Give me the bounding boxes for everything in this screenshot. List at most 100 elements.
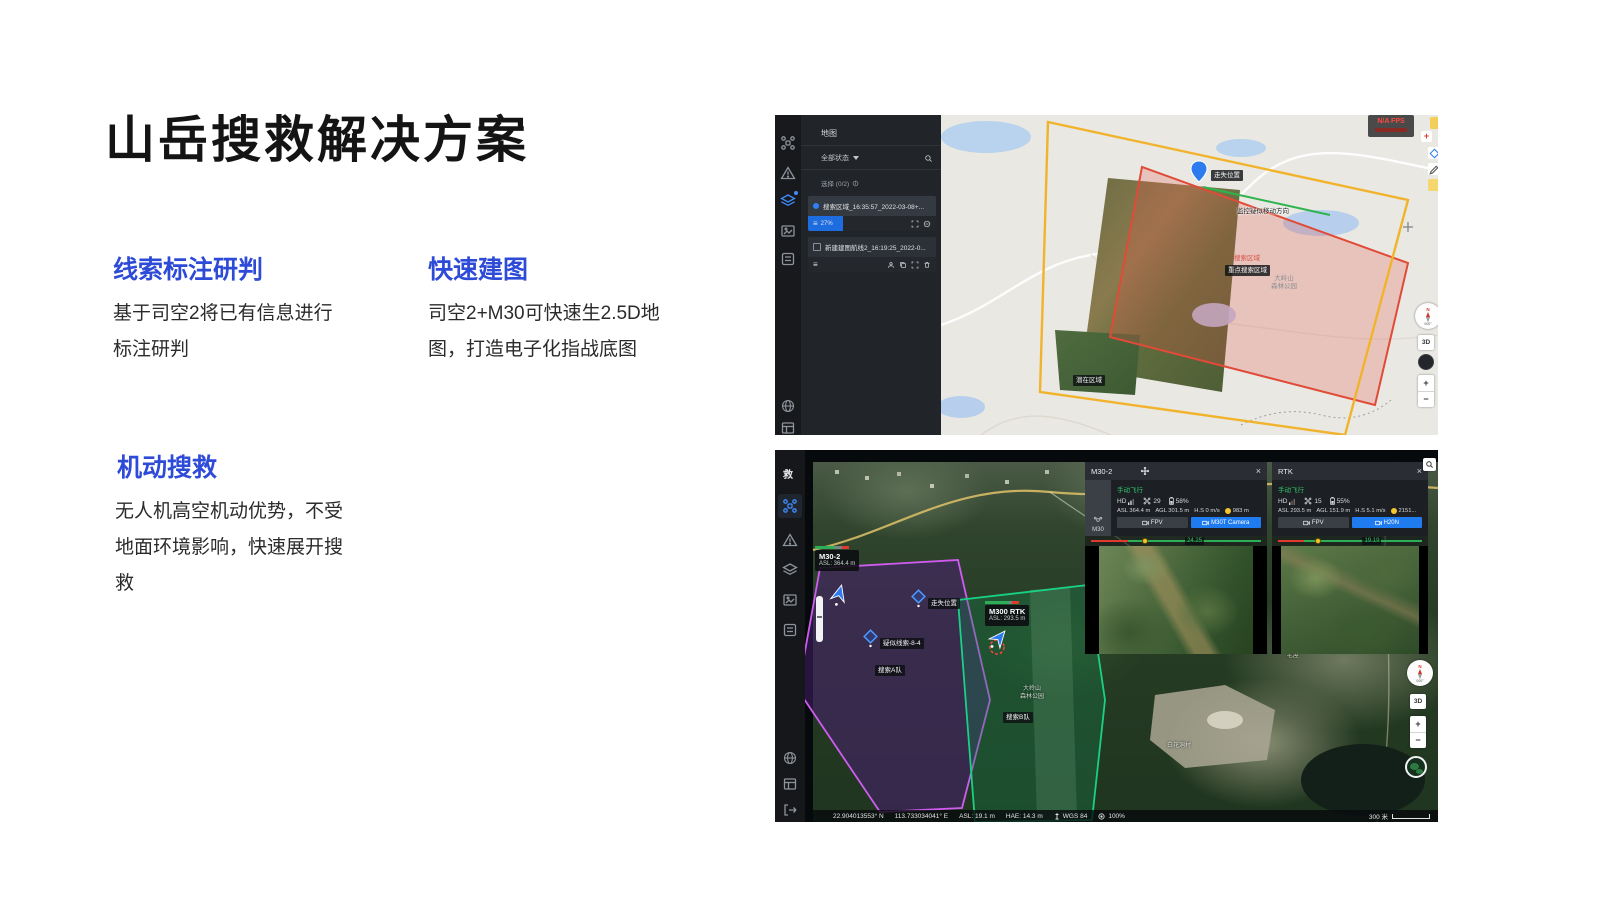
flight-mode: 手动飞行 xyxy=(1117,484,1261,494)
3d-mode-button[interactable]: 3D xyxy=(1410,694,1426,709)
drone-panel-m30: M30-2 × M30 手动飞行 HD 29 58% ASL xyxy=(1085,462,1267,654)
remove-icon[interactable] xyxy=(923,220,931,228)
zoom-in-button[interactable]: + xyxy=(1415,717,1420,732)
distance-value: 983 m xyxy=(1233,508,1249,514)
globe-icon[interactable] xyxy=(782,750,798,766)
camera-button[interactable]: M30T Camera xyxy=(1191,517,1262,528)
delete-icon[interactable] xyxy=(923,261,931,269)
camera-icon xyxy=(1303,520,1310,526)
scale-label: 300 米 xyxy=(1369,811,1388,821)
compass-control[interactable]: N 000° xyxy=(1415,303,1438,329)
video-image xyxy=(1099,546,1253,654)
draw-area-tool[interactable] xyxy=(1428,179,1438,191)
checkbox-icon[interactable] xyxy=(813,243,821,251)
layers-icon[interactable] xyxy=(782,562,798,578)
compass-control[interactable]: N 000° xyxy=(1407,660,1433,686)
planning-map[interactable]: 走失位置 监控疑似移动方向 搜索区域 重点搜索区域 大岭山森林公园 潜在区域 xyxy=(941,115,1438,435)
basemap-toggle-button[interactable] xyxy=(1418,354,1434,370)
zoom-control[interactable]: + − xyxy=(1410,716,1426,748)
3d-mode-button[interactable]: 3D xyxy=(1418,335,1434,350)
info-icon xyxy=(852,180,859,187)
dashboard-icon[interactable] xyxy=(782,776,798,792)
zoom-out-button[interactable]: − xyxy=(1423,392,1428,407)
drone-icon[interactable] xyxy=(782,498,798,514)
drone1-tooltip[interactable]: M30-2ASL: 364.4 m xyxy=(815,550,859,571)
drag-handle-icon[interactable]: ≡ xyxy=(813,220,818,228)
task-list-icon[interactable] xyxy=(780,251,796,267)
draw-rect-tool[interactable] xyxy=(1430,117,1438,129)
medical-cross-icon[interactable]: + xyxy=(1421,131,1432,142)
task-list-icon[interactable] xyxy=(782,622,798,638)
team-a-label: 搜索A队 xyxy=(875,665,905,676)
datum-value: WGS 84 xyxy=(1063,813,1088,820)
move-icon[interactable] xyxy=(1140,466,1150,476)
user-icon[interactable] xyxy=(887,261,895,269)
gimbal-slider[interactable]: 19.19 xyxy=(1272,536,1428,546)
slider-knob[interactable] xyxy=(1315,538,1321,544)
lost-position-label: 走失位置 xyxy=(1211,170,1243,181)
radio-selected-icon[interactable] xyxy=(813,203,819,209)
planning-map-canvas xyxy=(941,115,1438,435)
clue-label: 疑似线索-8-4 xyxy=(880,638,924,649)
camera-button[interactable]: H20N xyxy=(1352,517,1423,528)
signal-icon xyxy=(1128,498,1135,505)
drone-icon xyxy=(1091,515,1105,525)
export-icon[interactable] xyxy=(782,802,798,818)
draw-line-tool[interactable] xyxy=(1428,163,1438,175)
focus-icon[interactable] xyxy=(911,220,919,228)
hs-value: H.S 5.1 m/s xyxy=(1355,508,1385,514)
globe-view-button[interactable] xyxy=(1405,756,1427,778)
camera-icon xyxy=(1142,520,1149,526)
copy-icon[interactable] xyxy=(899,261,907,269)
search-tool[interactable] xyxy=(1423,458,1436,471)
warning-icon[interactable] xyxy=(780,165,796,181)
layers-icon[interactable] xyxy=(780,193,796,209)
altitude-slider[interactable] xyxy=(816,596,823,642)
section-heading-1: 线索标注研判 xyxy=(113,250,263,286)
media-icon[interactable] xyxy=(782,592,798,608)
warning-icon[interactable] xyxy=(782,532,798,548)
ops-app-screenshot: 救 xyxy=(775,450,1438,822)
fpv-button[interactable]: FPV xyxy=(1117,517,1188,528)
battery-icon xyxy=(1169,497,1174,505)
datum-pin-icon xyxy=(1054,812,1060,820)
potential-area-label: 潜在区域 xyxy=(1073,375,1105,386)
left-icon-rail: 救 xyxy=(775,450,805,822)
layer-item-name: 搜索区域_16:35:57_2022-03-08+... xyxy=(823,201,924,211)
focus-icon[interactable] xyxy=(911,261,919,269)
scale-bar xyxy=(1392,814,1430,819)
globe-icon[interactable] xyxy=(780,398,796,414)
lost-position-label: 走失位置 xyxy=(928,598,960,609)
battery-percent: 55% xyxy=(1337,498,1350,505)
media-icon[interactable] xyxy=(780,223,796,239)
compass-bearing: 000° xyxy=(1424,322,1431,326)
fpv-button[interactable]: FPV xyxy=(1278,517,1349,528)
video-feed-m30[interactable] xyxy=(1085,546,1267,654)
draw-diamond-tool[interactable] xyxy=(1428,147,1438,159)
search-icon[interactable] xyxy=(924,154,933,163)
video-feed-rtk[interactable] xyxy=(1272,546,1428,654)
drone2-tooltip[interactable]: M300 RTKASL: 293.5 m xyxy=(985,605,1029,626)
team-b-area-polygon[interactable] xyxy=(958,585,1105,822)
layer-item-search-area[interactable]: 搜索区域_16:35:57_2022-03-08+... ≡ 27% xyxy=(808,196,936,231)
layer-item-mapping-route[interactable]: 新建建图航线2_16:19:25_2022-0... ≡ xyxy=(808,237,936,272)
status-filter-label: 全部状态 xyxy=(821,153,849,163)
zoom-in-button[interactable]: + xyxy=(1423,376,1428,391)
zoom-out-button[interactable]: − xyxy=(1415,733,1420,748)
lost-position-pin-icon[interactable] xyxy=(1191,161,1207,182)
drag-handle-icon[interactable]: ≡ xyxy=(813,261,818,269)
gimbal-slider[interactable]: 24.25 xyxy=(1085,536,1267,546)
zoom-control[interactable]: + − xyxy=(1418,375,1434,407)
satellite-count: 29 xyxy=(1153,498,1160,505)
status-filter[interactable]: 全部状态 xyxy=(801,146,941,170)
close-icon[interactable]: × xyxy=(1256,466,1261,476)
selection-count-label: 选择 (0/2) xyxy=(821,178,849,188)
slider-knob[interactable] xyxy=(1142,538,1148,544)
dashboard-icon[interactable] xyxy=(780,420,796,435)
drone-icon[interactable] xyxy=(780,135,796,151)
asl-value: ASL 364.4 m xyxy=(1117,508,1150,514)
close-icon[interactable]: × xyxy=(1417,466,1422,476)
drone-thumbnail[interactable]: M30 xyxy=(1085,480,1111,536)
park-name-label: 大岭山森林公园 xyxy=(1271,275,1297,292)
compass-bearing: 000° xyxy=(1416,679,1423,683)
